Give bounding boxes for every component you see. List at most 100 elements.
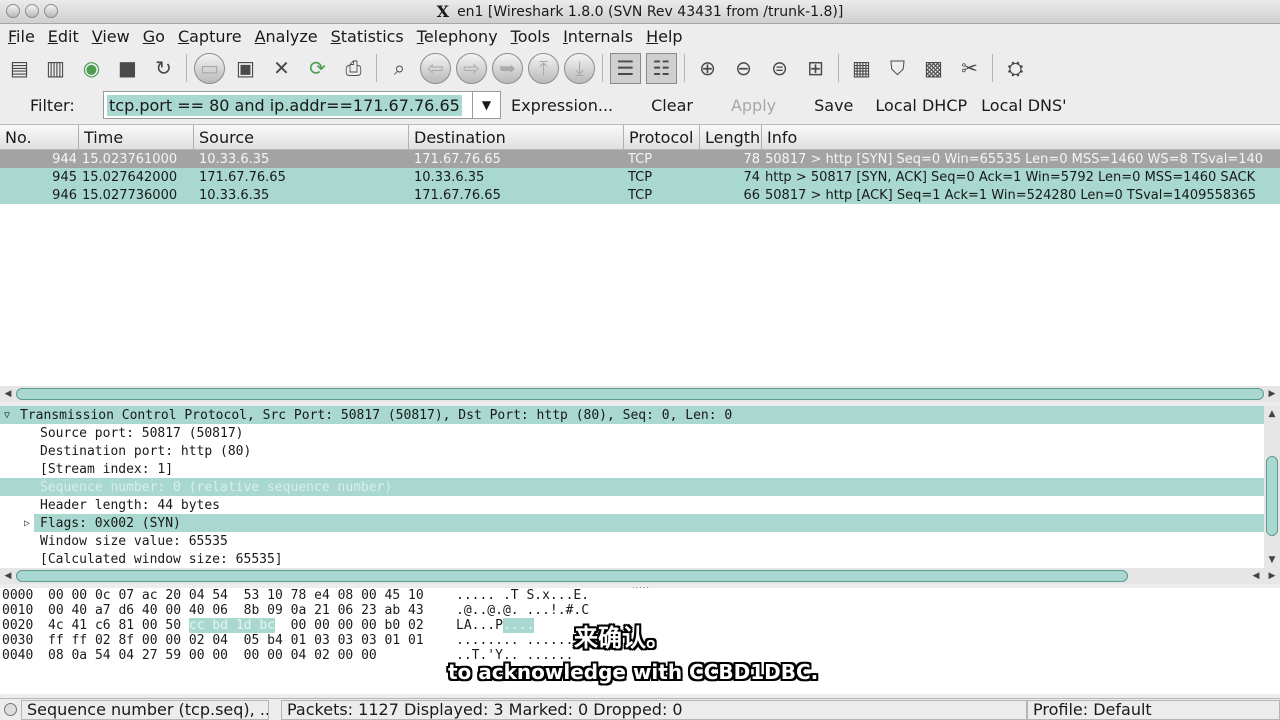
last-packet-icon[interactable]: ⤓ [564, 52, 595, 84]
zoom-in-icon[interactable]: ⊕ [692, 53, 723, 84]
stop-capture-icon[interactable]: ■ [112, 53, 143, 84]
packet-row[interactable]: 944 15.023761000 10.33.6.35 171.67.76.65… [0, 150, 1280, 168]
column-length[interactable]: Length [700, 125, 762, 149]
expert-info-icon[interactable] [4, 703, 17, 716]
status-field-info: Sequence number (tcp.seq), ... [21, 699, 269, 720]
x11-icon: X [436, 2, 450, 21]
bytes-row[interactable]: 0000 00 00 0c 07 ac 20 04 54 53 10 78 e4… [0, 588, 1280, 603]
open-file-icon[interactable]: ▭ [194, 52, 225, 84]
column-protocol[interactable]: Protocol [624, 125, 700, 149]
scroll-up-icon[interactable]: ▲ [1264, 406, 1280, 422]
zoom-window-button[interactable] [44, 4, 58, 18]
bytes-hex-a: 08 0a 54 04 27 59 00 00 [48, 648, 229, 663]
packet-protocol: TCP [628, 151, 653, 167]
colorize-icon[interactable]: ☰ [610, 52, 641, 84]
packet-time: 15.027642000 [82, 169, 178, 185]
packet-info: http > 50817 [SYN, ACK] Seq=0 Ack=1 Win=… [765, 169, 1256, 185]
scroll-left-icon[interactable]: ◀ [0, 386, 16, 402]
first-packet-icon[interactable]: ⤒ [528, 52, 559, 84]
coloring-rules-icon[interactable]: ▩ [918, 53, 949, 84]
packet-protocol: TCP [628, 187, 653, 203]
column-time[interactable]: Time [79, 125, 194, 149]
filter-dropdown-button[interactable]: ▼ [473, 91, 501, 119]
zoom-out-icon[interactable]: ⊖ [728, 53, 759, 84]
column-source[interactable]: Source [194, 125, 409, 149]
tree-leaf[interactable]: Window size value: 65535 [0, 532, 1264, 550]
interfaces-icon[interactable]: ▤ [4, 53, 35, 84]
menu-view[interactable]: View [92, 27, 130, 46]
packet-row[interactable]: 946 15.027736000 10.33.6.35 171.67.76.65… [0, 186, 1280, 204]
reload-icon[interactable]: ⟳ [302, 53, 333, 84]
print-icon[interactable]: ⎙ [338, 53, 369, 84]
tree-leaf[interactable]: Header length: 44 bytes [0, 496, 1264, 514]
close-file-icon[interactable]: ✕ [266, 53, 297, 84]
scroll-right-icon[interactable]: ▶ [1264, 568, 1280, 584]
menu-help[interactable]: Help [646, 27, 682, 46]
expanded-triangle-icon[interactable]: ▽ [0, 410, 14, 421]
tree-node-flags[interactable]: ▷ Flags: 0x002 (SYN) [0, 514, 1264, 532]
save-file-icon[interactable]: ▣ [230, 53, 261, 84]
restart-capture-icon[interactable]: ↻ [148, 53, 179, 84]
menu-internals[interactable]: Internals [563, 27, 633, 46]
start-capture-icon[interactable]: ◉ [76, 53, 107, 84]
resize-columns-icon[interactable]: ⊞ [800, 53, 831, 84]
column-info[interactable]: Info [762, 125, 1280, 149]
tree-leaf-selected[interactable]: Sequence number: 0 (relative sequence nu… [0, 478, 1264, 496]
scroll-down-icon[interactable]: ▼ [1264, 552, 1280, 568]
normal-size-icon[interactable]: ⊜ [764, 53, 795, 84]
menu-edit[interactable]: Edit [48, 27, 79, 46]
scroll-left-icon[interactable]: ◀ [0, 568, 16, 584]
clear-button[interactable]: Clear [651, 96, 693, 115]
save-filter-button[interactable]: Save [814, 96, 853, 115]
go-back-icon[interactable]: ⇦ [420, 52, 451, 84]
packet-row[interactable]: 945 15.027642000 171.67.76.65 10.33.6.35… [0, 168, 1280, 186]
bytes-hex-a: 4c 41 c6 81 00 50 [48, 618, 189, 633]
auto-scroll-icon[interactable]: ☷ [646, 52, 677, 84]
find-packet-icon[interactable]: ⌕ [384, 53, 415, 84]
column-destination[interactable]: Destination [409, 125, 624, 149]
go-forward-icon[interactable]: ⇨ [456, 52, 487, 84]
bytes-offset: 0000 [2, 588, 34, 603]
local-dhcp-button[interactable]: Local DHCP [875, 96, 967, 115]
menu-telephony[interactable]: Telephony [417, 27, 498, 46]
tree-node-tcp[interactable]: ▽ Transmission Control Protocol, Src Por… [0, 406, 1264, 424]
help-icon[interactable]: ⛭ [1000, 53, 1031, 84]
scroll-right-icon[interactable]: ▶ [1264, 386, 1280, 402]
scrollbar-thumb[interactable] [16, 388, 1264, 400]
main-toolbar: ▤ ▥ ◉ ■ ↻ ▭ ▣ ✕ ⟳ ⎙ ⌕ ⇦ ⇨ ➥ ⤒ ⤓ ☰ ☷ ⊕ ⊖ … [0, 50, 1280, 86]
close-window-button[interactable] [6, 4, 20, 18]
capture-options-icon[interactable]: ▥ [40, 53, 71, 84]
packet-no: 945 [52, 169, 77, 185]
filter-input[interactable]: tcp.port == 80 and ip.addr==171.67.76.65 [103, 91, 473, 119]
tree-leaf[interactable]: [Stream index: 1] [0, 460, 1264, 478]
apply-button[interactable]: Apply [731, 96, 776, 115]
column-no[interactable]: No. [0, 125, 79, 149]
collapsed-triangle-icon[interactable]: ▷ [20, 518, 34, 529]
preferences-icon[interactable]: ✂ [954, 53, 985, 84]
bytes-ascii: ..... .T S.x...E. [456, 588, 590, 603]
details-vscrollbar[interactable]: ▲ ▼ [1264, 406, 1280, 568]
expression-button[interactable]: Expression... [511, 96, 613, 115]
packet-destination: 171.67.76.65 [414, 151, 501, 167]
scroll-left-icon[interactable]: ◀ [1248, 568, 1264, 584]
minimize-window-button[interactable] [25, 4, 39, 18]
tree-leaf[interactable]: Source port: 50817 (50817) [0, 424, 1264, 442]
go-to-packet-icon[interactable]: ➥ [492, 52, 523, 84]
menu-go[interactable]: Go [143, 27, 165, 46]
tree-leaf[interactable]: [Calculated window size: 65535] [0, 550, 1264, 568]
capture-filters-icon[interactable]: ▦ [846, 53, 877, 84]
menu-statistics[interactable]: Statistics [331, 27, 404, 46]
local-dns-button[interactable]: Local DNS' [981, 96, 1066, 115]
scrollbar-thumb[interactable] [16, 570, 1128, 582]
display-filters-icon[interactable]: ⛉ [882, 53, 913, 84]
status-profile[interactable]: Profile: Default [1027, 699, 1280, 720]
tree-leaf-label: [Calculated window size: 65535] [40, 551, 283, 567]
menu-analyze[interactable]: Analyze [255, 27, 318, 46]
tree-leaf[interactable]: Destination port: http (80) [0, 442, 1264, 460]
chevron-down-icon: ▼ [481, 98, 492, 112]
menu-capture[interactable]: Capture [178, 27, 242, 46]
menu-tools[interactable]: Tools [511, 27, 550, 46]
bytes-row[interactable]: 0010 00 40 a7 d6 40 00 40 06 8b 09 0a 21… [0, 603, 1280, 618]
menu-file[interactable]: File [8, 27, 35, 46]
scrollbar-thumb[interactable] [1266, 456, 1278, 536]
